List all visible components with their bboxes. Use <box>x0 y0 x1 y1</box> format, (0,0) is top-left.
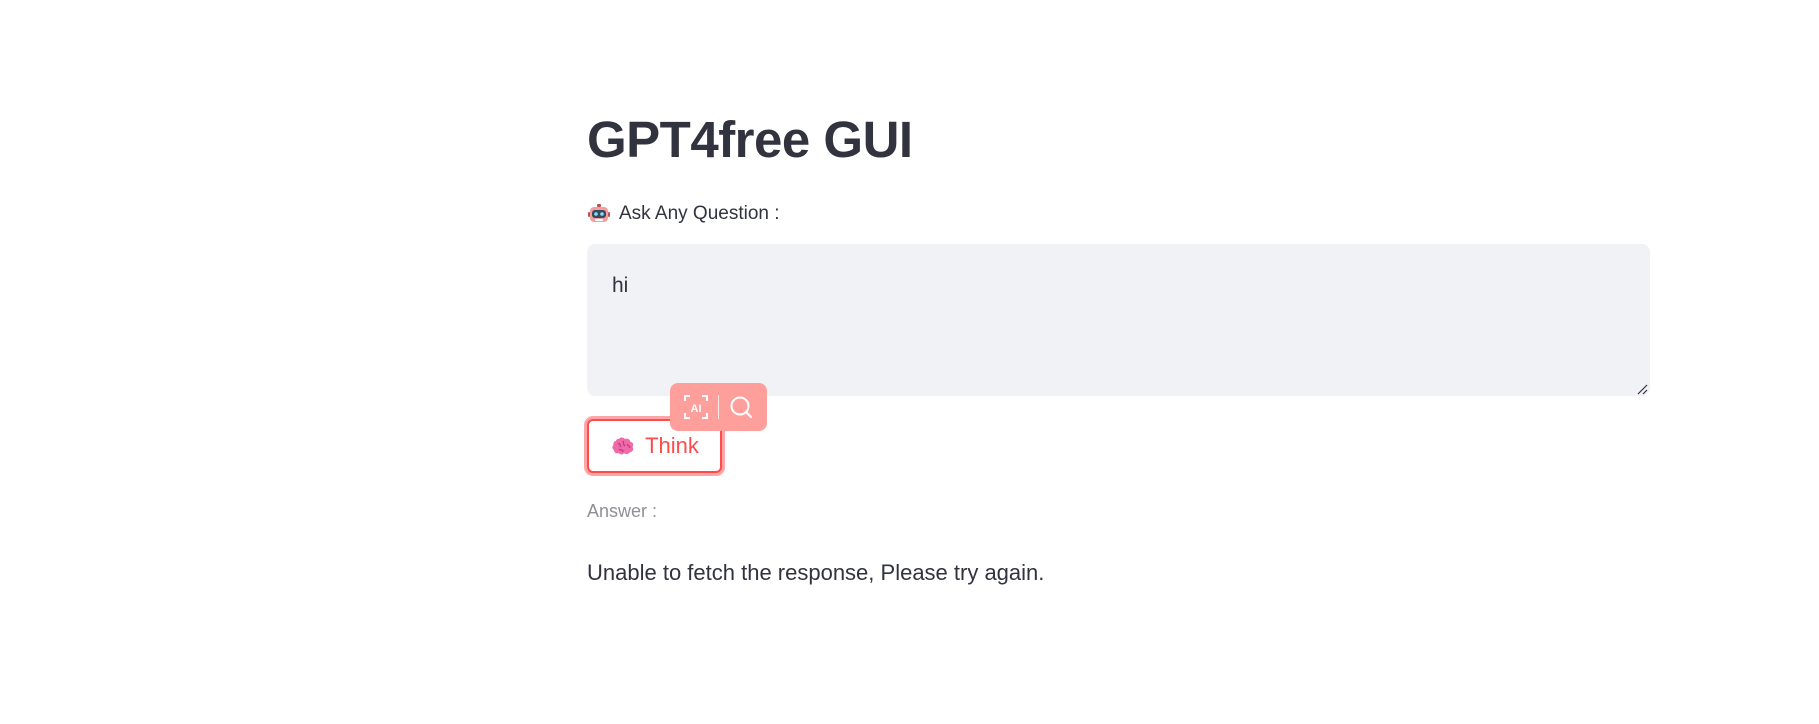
answer-text: Unable to fetch the response, Please try… <box>587 560 1045 585</box>
resize-handle-icon[interactable] <box>1636 382 1648 395</box>
app-root: GPT4free GUI Ask Any Question : hi Think… <box>0 0 1819 724</box>
think-button-label: Think <box>645 433 699 458</box>
svg-text:AI: AI <box>691 403 702 415</box>
toolbar-separator <box>718 395 719 419</box>
brain-icon <box>610 433 636 459</box>
floating-toolbar: AI <box>670 383 767 431</box>
question-input-value: hi <box>612 274 629 297</box>
question-textarea[interactable]: hi <box>587 244 1650 396</box>
ai-scan-icon[interactable]: AI <box>682 393 710 421</box>
question-label-text: Ask Any Question : <box>619 203 780 224</box>
search-icon[interactable] <box>727 393 755 421</box>
page-title: GPT4free GUI <box>587 111 913 168</box>
robot-icon <box>587 202 611 226</box>
answer-label: Answer : <box>587 501 658 521</box>
question-label: Ask Any Question : <box>587 200 780 228</box>
